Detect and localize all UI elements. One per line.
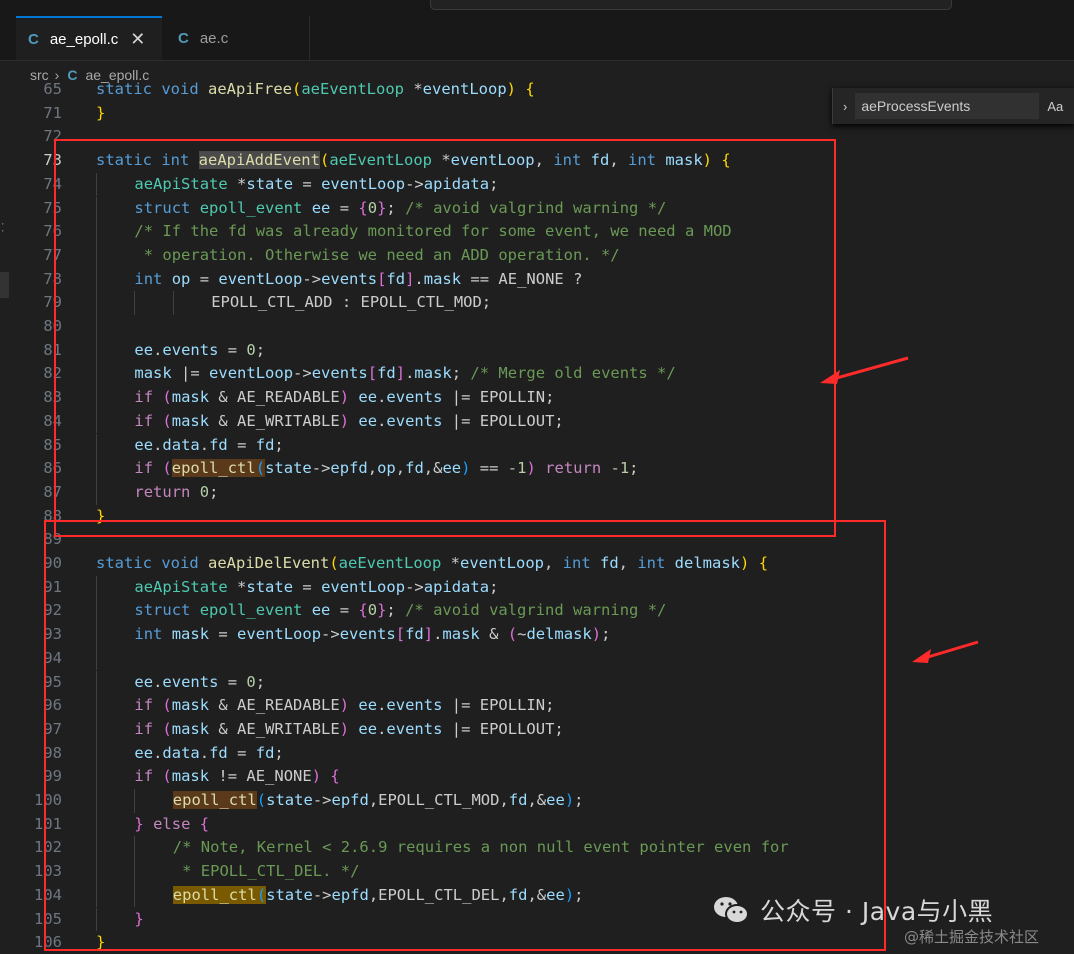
annotation-arrows [820, 356, 979, 663]
watermark-text: 公众号 · Java与小黑 [760, 897, 994, 926]
wechat-icon [714, 897, 749, 924]
red-arrow-icon [820, 356, 909, 384]
watermark-subtext: @稀土掘金技术社区 [904, 928, 1040, 946]
red-arrow-icon [912, 640, 979, 663]
watermark: 公众号 · Java与小黑 [712, 892, 993, 928]
